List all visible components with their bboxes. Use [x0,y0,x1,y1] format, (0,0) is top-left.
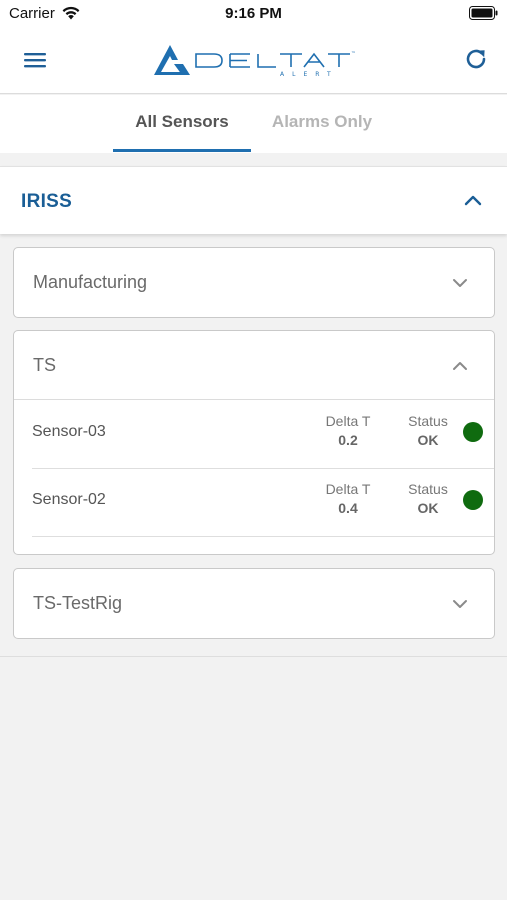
status-label: Status [408,481,448,497]
status-indicator [463,490,483,510]
status-value: OK [417,432,439,448]
card-header-ts[interactable]: TS [14,331,494,400]
location-card-ts: TS Sensor-03 Delta T 0.2 Status OK Senso… [13,330,495,555]
chevron-down-icon [453,600,467,608]
sensor-name: Sensor-02 [32,491,106,508]
delta-t-value: 0.2 [338,432,358,448]
refresh-icon[interactable] [463,46,489,72]
status-label: Status [408,413,448,429]
clock: 9:16 PM [225,5,282,22]
sensor-row-sensor-02[interactable]: Sensor-02 Delta T 0.4 Status OK [32,469,494,537]
group-header-iriss[interactable]: IRISS [0,166,507,234]
location-card-ts-testrig: TS-TestRig [13,568,495,639]
svg-text:™: ™ [351,51,356,57]
chevron-down-icon [453,279,467,287]
card-header-manufacturing[interactable]: Manufacturing [14,248,494,317]
sensor-name: Sensor-03 [32,423,106,440]
delta-t-alert-logo: ™ ALERT [154,45,356,78]
sensor-filter-tabs: All Sensors Alarms Only [0,95,507,153]
delta-t-label: Delta T [325,413,371,429]
tab-all-sensors[interactable]: All Sensors [114,112,250,132]
delta-t-value: 0.4 [338,500,358,516]
chevron-up-icon [453,362,467,370]
group-title: IRISS [21,191,73,212]
status-value: OK [417,500,439,516]
active-tab-indicator [113,149,251,152]
sensor-row-sensor-03[interactable]: Sensor-03 Delta T 0.2 Status OK [32,401,494,469]
status-bar: Carrier 9:16 PM [0,0,507,28]
chevron-up-icon [464,195,482,206]
hamburger-menu-icon[interactable] [22,48,48,72]
svg-text:ALERT: ALERT [280,71,339,78]
card-title: Manufacturing [33,272,148,292]
card-title: TS [33,355,57,375]
battery-icon [469,6,498,20]
card-title: TS-TestRig [33,593,123,613]
card-header-ts-testrig[interactable]: TS-TestRig [14,569,494,638]
group-body: Manufacturing TS Sensor-03 Delta T 0.2 S… [0,234,507,657]
app-header: ™ ALERT [0,28,507,94]
delta-t-label: Delta T [325,481,371,497]
status-indicator [463,422,483,442]
tab-alarms-only[interactable]: Alarms Only [256,112,388,132]
location-card-manufacturing: Manufacturing [13,247,495,318]
